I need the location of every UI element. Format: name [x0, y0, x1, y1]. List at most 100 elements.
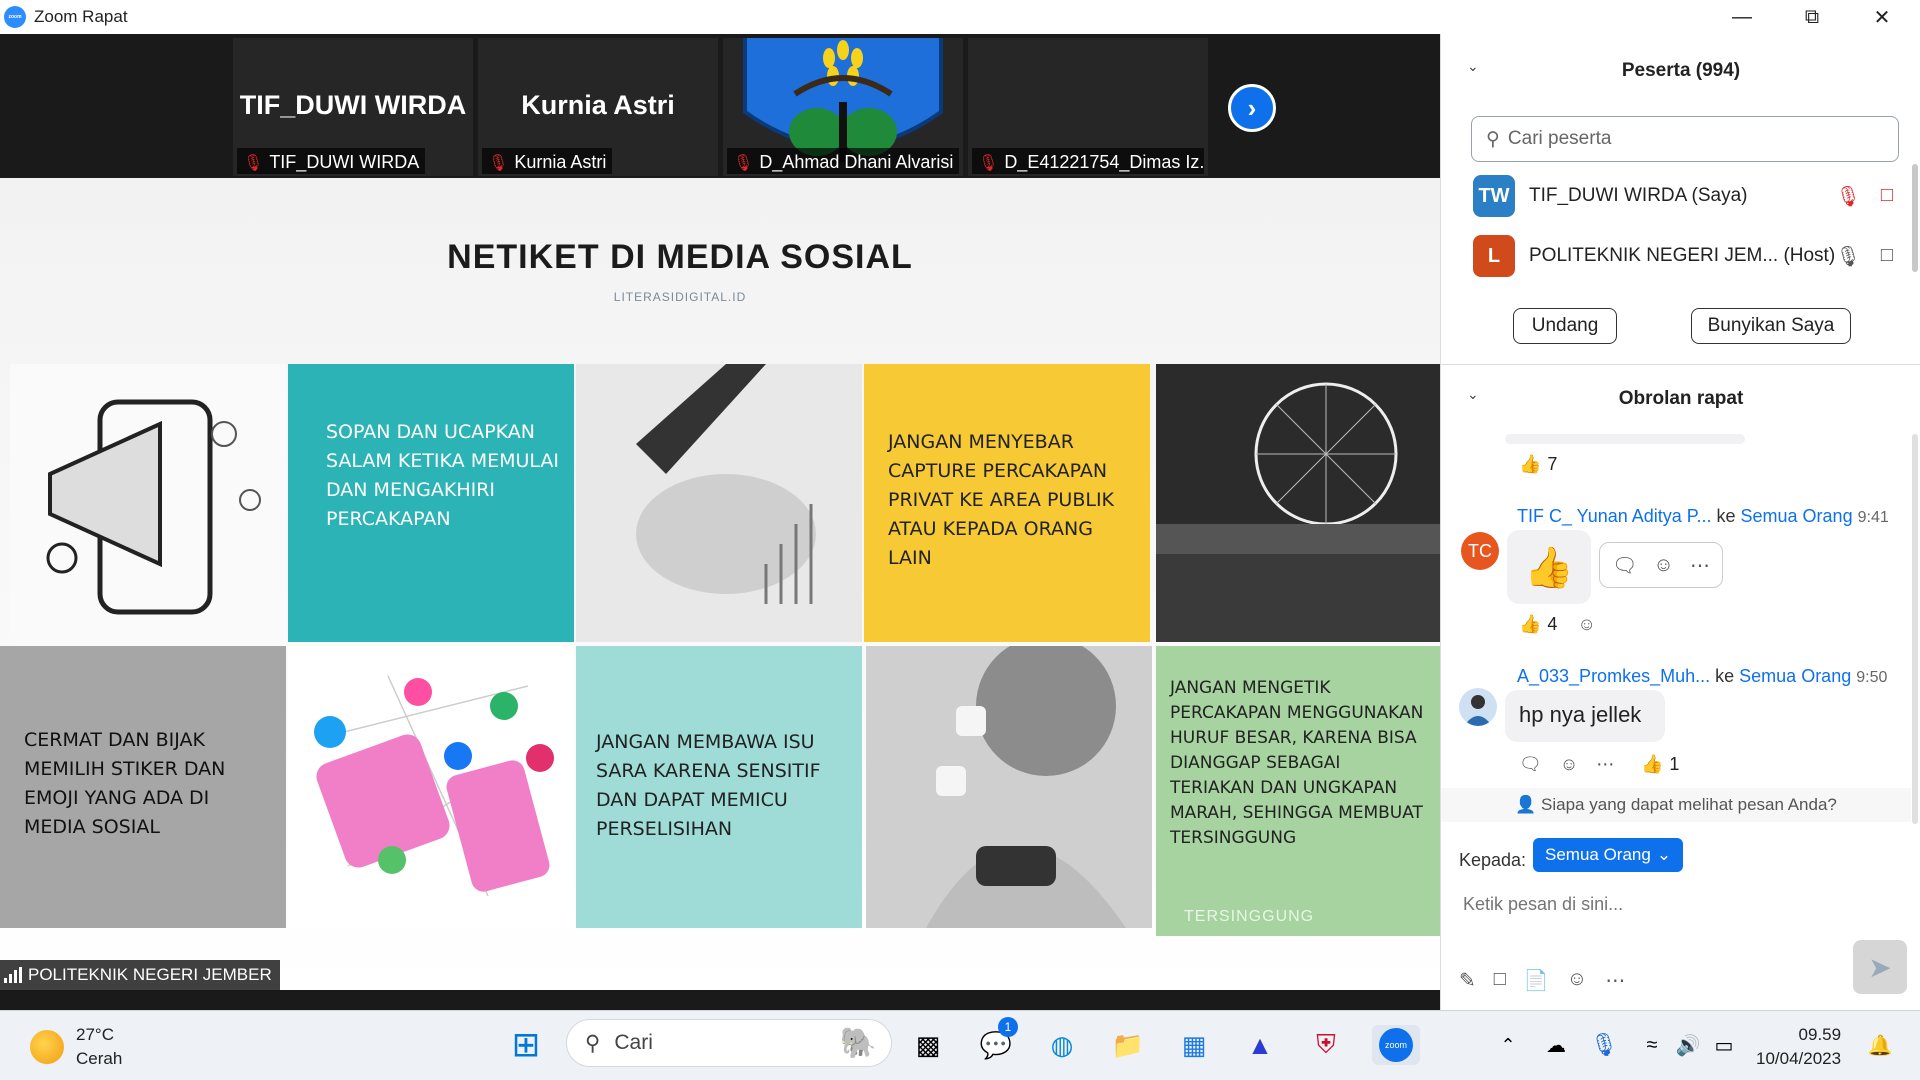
format-icon[interactable]: ✎: [1459, 968, 1476, 993]
windows-taskbar: 27°C Cerah ⊞ ⚲ Cari 🐘 ▩ 💬 1 ◍ 📁 ▦ ▲ ⛨ zo…: [0, 1010, 1920, 1080]
add-reaction-icon[interactable]: ☺: [1653, 554, 1673, 577]
sender-name[interactable]: A_033_Promkes_Muh...: [1517, 666, 1710, 686]
windows-start-icon[interactable]: ⊞: [506, 1025, 546, 1065]
tile-label: 🎙 D_E41221754_Dimas Iz...: [972, 148, 1204, 174]
title-bar: zoom Zoom Rapat — ⧉ ✕: [0, 0, 1920, 34]
tip-card: Cermat dan bijak memilih stiker dan emoj…: [0, 646, 286, 928]
add-reaction-icon[interactable]: ☺: [1577, 614, 1595, 635]
reaction-pill[interactable]: 👍 7: [1519, 454, 1557, 475]
tip-card: Jangan mengetik percakapan menggunakan h…: [1156, 646, 1440, 936]
panel-divider: [1441, 364, 1920, 365]
mic-muted-icon[interactable]: 🎙: [1836, 184, 1861, 209]
unmute-me-button[interactable]: Bunyikan Saya: [1691, 308, 1851, 344]
message-time: 9:50: [1856, 669, 1888, 686]
screenshot-icon[interactable]: □: [1494, 968, 1506, 993]
notifications-icon[interactable]: 🔔: [1860, 1025, 1900, 1065]
video-icon[interactable]: □: [1881, 244, 1893, 269]
thumbs-up-icon: 👍: [1519, 614, 1542, 634]
more-icon[interactable]: ⋯: [1605, 968, 1625, 993]
mic-muted-icon: 🎙: [978, 154, 999, 172]
message-time: 9:41: [1857, 509, 1889, 526]
store-icon[interactable]: ▦: [1174, 1025, 1214, 1065]
mcafee-icon[interactable]: ⛨: [1306, 1025, 1346, 1065]
restore-button[interactable]: ⧉: [1782, 0, 1842, 34]
participant-status-icons: 🎙 □: [1836, 184, 1893, 209]
reaction-count: 7: [1547, 454, 1558, 474]
participants-scrollbar[interactable]: [1912, 164, 1918, 272]
recipient-dropdown[interactable]: Semua Orang ⌄: [1533, 838, 1684, 872]
wifi-icon[interactable]: ≈: [1632, 1025, 1672, 1065]
recipient-name: Semua Orang: [1740, 506, 1853, 526]
next-page-button[interactable]: ›: [1228, 84, 1276, 132]
send-button[interactable]: ➤: [1853, 940, 1907, 994]
active-speaker-label: POLITEKNIK NEGERI JEMBER: [0, 960, 280, 990]
visibility-note[interactable]: 👤 Siapa yang dapat melihat pesan Anda?: [1441, 788, 1911, 822]
reply-icon[interactable]: 🗨: [1612, 553, 1637, 578]
tip-card: Jangan menyebar capture percakapan priva…: [864, 364, 1150, 642]
participant-name: POLITEKNIK NEGERI JEM... (Host): [1529, 245, 1836, 266]
video-off-icon[interactable]: □: [1881, 184, 1893, 209]
more-icon[interactable]: ⋯: [1596, 754, 1614, 775]
edge-icon[interactable]: ◍: [1042, 1025, 1082, 1065]
chevron-up-icon[interactable]: ⌃: [1488, 1025, 1528, 1065]
add-reaction-icon[interactable]: ☺: [1560, 754, 1578, 775]
participant-name: TIF_DUWI WIRDA (Saya): [1529, 185, 1748, 206]
tip-text: Jangan menyebar capture percakapan priva…: [888, 431, 1115, 569]
mic-icon[interactable]: 🎙: [1836, 244, 1861, 269]
participant-search[interactable]: ⚲ Cari peserta: [1471, 116, 1899, 162]
chat-header: Obrolan rapat: [1618, 388, 1744, 409]
cloud-icon[interactable]: ☁: [1536, 1025, 1576, 1065]
tip-card: Sopan dan ucapkan salam ketika memulai d…: [288, 364, 574, 642]
microphone-icon[interactable]: 🎙: [1584, 1025, 1624, 1065]
clock[interactable]: 09.59 10/04/2023: [1756, 1023, 1841, 1071]
reaction-count: 4: [1547, 614, 1558, 634]
emoji-icon[interactable]: ☺: [1567, 968, 1587, 993]
reaction-pill[interactable]: 👍 1: [1641, 754, 1679, 775]
more-icon[interactable]: ⋯: [1690, 553, 1710, 578]
teams-chat-icon[interactable]: 💬 1: [976, 1017, 1018, 1065]
reply-icon[interactable]: 🗨: [1519, 754, 1542, 775]
taskbar-search[interactable]: ⚲ Cari 🐘: [566, 1019, 892, 1067]
tip-text: Jangan mengetik percakapan menggunakan h…: [1170, 678, 1424, 848]
recipient-name: Semua Orang: [1739, 666, 1852, 686]
battery-icon[interactable]: ▭: [1704, 1025, 1744, 1065]
message-input[interactable]: [1463, 894, 1823, 915]
video-tile[interactable]: 🎙 D_Ahmad Dhani Alvarisi: [723, 38, 963, 176]
file-explorer-icon[interactable]: 📁: [1108, 1025, 1148, 1065]
window-title: Zoom Rapat: [34, 7, 128, 26]
sender-name[interactable]: TIF C_ Yunan Aditya P...: [1517, 506, 1711, 526]
message-actions: 🗨 ☺ ⋯: [1519, 754, 1614, 775]
tile-display-name: TIF_DUWI WIRDA: [239, 90, 467, 120]
reaction-pill[interactable]: 👍 4 ☺: [1519, 614, 1596, 635]
app-icon[interactable]: ▲: [1240, 1025, 1280, 1065]
close-button[interactable]: ✕: [1852, 0, 1912, 34]
search-icon: ⚲: [1486, 128, 1500, 150]
mic-muted-icon: 🎙: [488, 154, 509, 172]
message-bubble: 👍: [1507, 530, 1591, 604]
tip-text: Sopan dan ucapkan salam ketika memulai d…: [326, 421, 560, 530]
task-view-icon[interactable]: ▩: [908, 1025, 948, 1065]
participant-row[interactable]: TW TIF_DUWI WIRDA (Saya) 🎙 □: [1473, 174, 1893, 218]
zoom-logo-icon: zoom: [4, 6, 26, 28]
video-tile[interactable]: TIF_DUWI WIRDA 🎙 TIF_DUWI WIRDA: [233, 38, 473, 176]
participant-row[interactable]: L POLITEKNIK NEGERI JEM... (Host) 🎙 □: [1473, 234, 1893, 278]
message-header: A_033_Promkes_Muh... ke Semua Orang 9:50: [1517, 666, 1887, 687]
sun-icon: [30, 1030, 64, 1064]
shared-screen: NETIKET DI MEDIA SOSIAL LITERASIDIGITAL.…: [0, 178, 1440, 990]
thumbs-up-icon: 👍: [1519, 454, 1542, 474]
file-icon[interactable]: 📄: [1524, 968, 1549, 993]
chat-scrollbar[interactable]: [1912, 434, 1918, 824]
send-icon: ➤: [1868, 951, 1892, 983]
zoom-window: zoom Zoom Rapat — ⧉ ✕ TIF_DUWI WIRDA 🎙 T…: [0, 0, 1920, 1080]
minimize-button[interactable]: —: [1712, 0, 1772, 34]
meeting-footer: [0, 990, 1440, 1010]
video-strip: TIF_DUWI WIRDA 🎙 TIF_DUWI WIRDA Kurnia A…: [0, 34, 1440, 178]
volume-icon[interactable]: 🔊: [1668, 1025, 1708, 1065]
invite-button[interactable]: Undang: [1513, 308, 1617, 344]
slide-subtitle: LITERASIDIGITAL.ID: [613, 290, 747, 304]
video-tile[interactable]: 🎙 D_E41221754_Dimas Iz...: [968, 38, 1208, 176]
video-tile[interactable]: Kurnia Astri 🎙 Kurnia Astri: [478, 38, 718, 176]
zoom-taskbar-icon[interactable]: zoom: [1372, 1025, 1420, 1065]
tile-label-text: Kurnia Astri: [514, 152, 607, 172]
weather-widget[interactable]: 27°C Cerah: [30, 1023, 122, 1071]
